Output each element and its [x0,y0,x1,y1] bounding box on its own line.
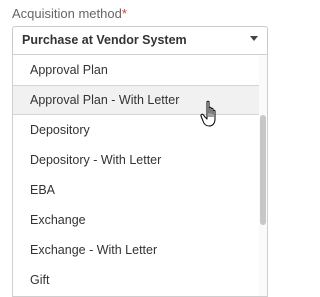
acquisition-method-select[interactable]: Purchase at Vendor System [12,26,268,54]
required-mark: * [121,6,127,21]
menu-item-exchange-with-letter[interactable]: Exchange - With Letter [13,235,267,265]
menu-item-gift[interactable]: Gift [13,265,267,295]
field-label-text: Acquisition method [12,6,122,21]
menu-item-depository-with-letter[interactable]: Depository - With Letter [13,145,267,175]
selected-value: Purchase at Vendor System [22,33,187,47]
menu-item-approval-plan[interactable]: Approval Plan [13,55,267,85]
menu-item-approval-plan-with-letter[interactable]: Approval Plan - With Letter [13,85,267,115]
field-label: Acquisition method* [12,6,127,21]
chevron-down-icon[interactable] [250,36,258,41]
hand-cursor-icon [200,100,216,127]
menu-scrollbar[interactable] [259,55,267,296]
scrollbar-thumb[interactable] [260,115,266,225]
menu-item-depository[interactable]: Depository [13,115,267,145]
dropdown-menu: Approval Plan Approval Plan - With Lette… [12,54,268,297]
menu-item-eba[interactable]: EBA [13,175,267,205]
menu-item-exchange[interactable]: Exchange [13,205,267,235]
